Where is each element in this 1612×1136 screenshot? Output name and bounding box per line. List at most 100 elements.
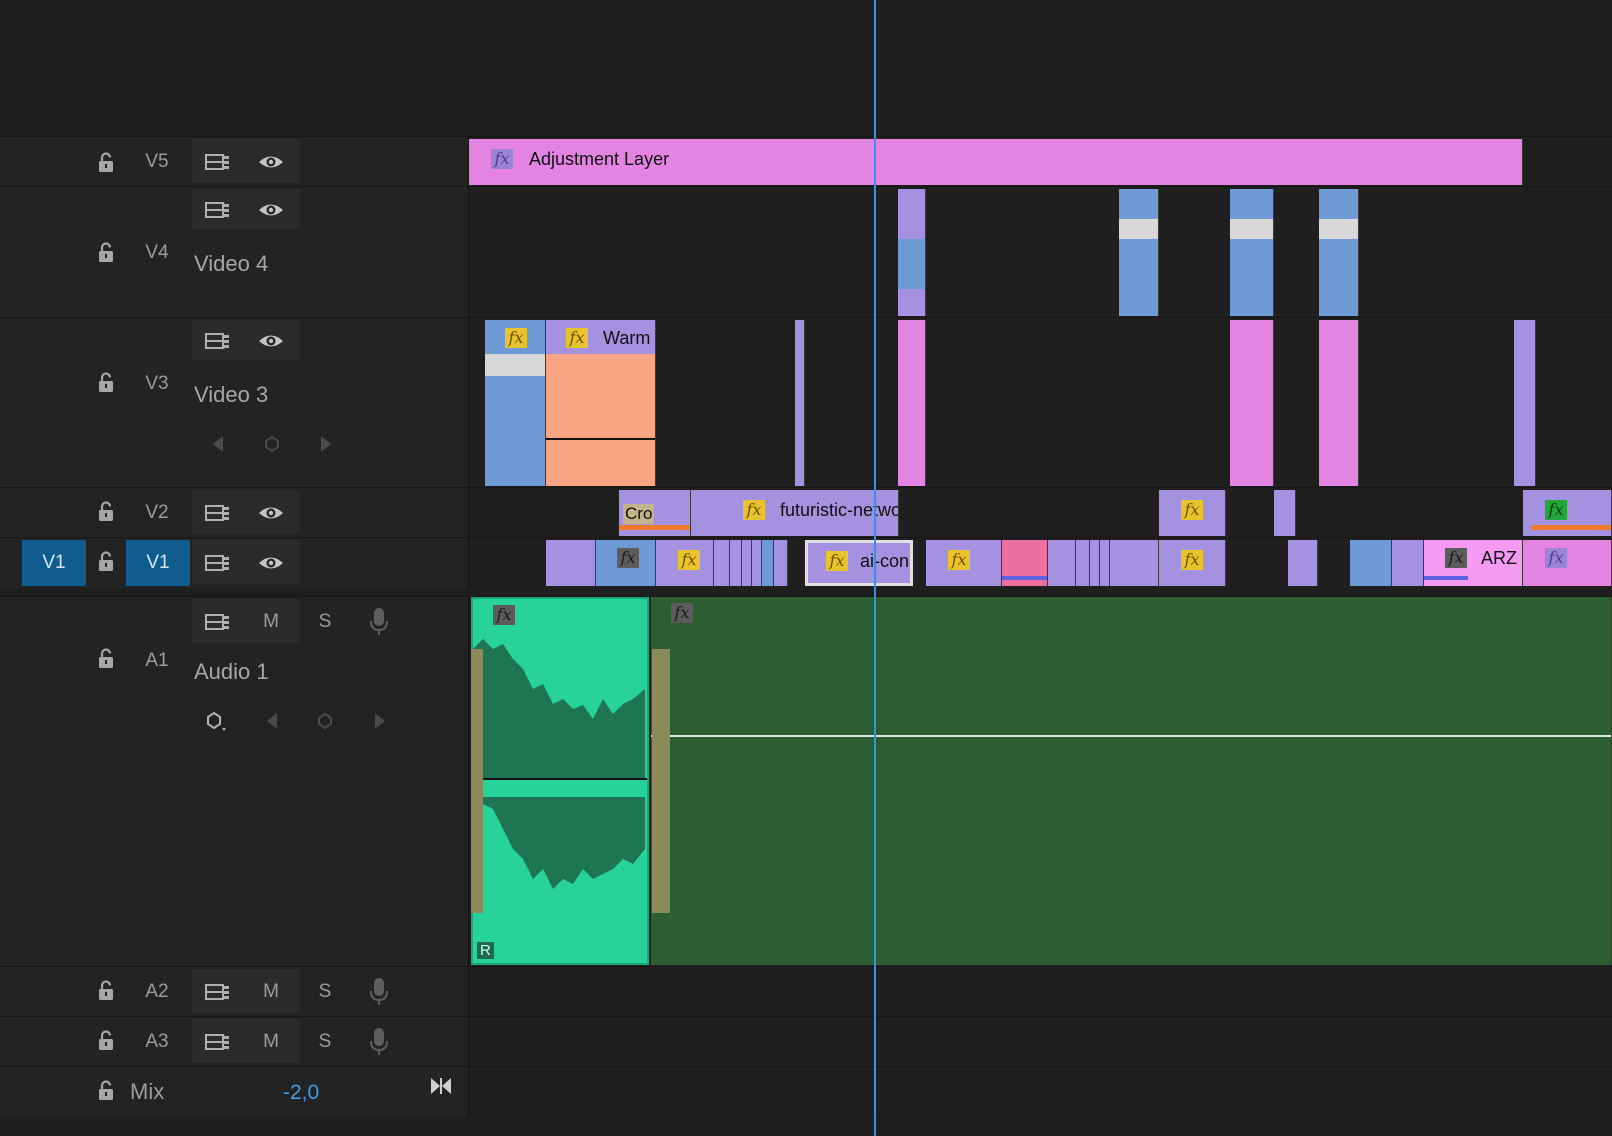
track-lane-v2[interactable]: Cro fx futuristic-network-tec fx fx <box>469 488 1612 538</box>
solo-button[interactable]: S <box>310 981 340 1003</box>
clip-v3-pink-c[interactable] <box>1319 320 1359 486</box>
clip-v1-m[interactable] <box>1090 540 1100 586</box>
clip-futuristic[interactable]: fx futuristic-network-tec <box>691 490 899 536</box>
film-strip-icon[interactable] <box>204 552 232 574</box>
track-lane-a2[interactable] <box>469 967 1612 1017</box>
audio-clip[interactable]: fx <box>651 597 1612 965</box>
lock-icon[interactable] <box>95 371 117 393</box>
mix-volume-value[interactable]: -2,0 <box>283 1081 319 1105</box>
track-lane-a1[interactable]: fx R fx <box>469 597 1612 967</box>
lock-icon[interactable] <box>95 241 117 263</box>
film-strip-icon[interactable] <box>204 502 232 524</box>
clip-v1-o[interactable] <box>1110 540 1159 586</box>
audio-volume-line[interactable] <box>651 735 1611 737</box>
clip-v3-thin[interactable] <box>795 320 805 486</box>
microphone-icon[interactable] <box>368 1027 390 1057</box>
film-strip-icon[interactable] <box>204 981 232 1003</box>
clip-v1-h[interactable] <box>762 540 774 586</box>
solo-button[interactable]: S <box>310 611 340 633</box>
clip-v1-t[interactable]: fx <box>1523 540 1612 586</box>
track-name-v1[interactable]: V1 <box>126 540 190 586</box>
clip-v3-pink-b[interactable] <box>1230 320 1274 486</box>
track-lane-v5[interactable]: fx Adjustment Layer <box>469 137 1612 187</box>
next-keyframe-icon[interactable] <box>372 711 388 731</box>
audio-transition-handle[interactable] <box>652 649 670 913</box>
clip-cro[interactable]: Cro <box>619 490 691 536</box>
track-lane-v1[interactable]: fx fx fx ai-con fx fx fx ARZ fx <box>469 538 1612 588</box>
clip-v2-c[interactable]: fx <box>1523 490 1612 536</box>
lock-icon[interactable] <box>95 979 117 1001</box>
lock-icon[interactable] <box>95 500 117 522</box>
lock-icon[interactable] <box>95 647 117 669</box>
eye-icon[interactable] <box>257 151 285 173</box>
film-strip-icon[interactable] <box>204 611 232 633</box>
clip-v1-p[interactable]: fx <box>1159 540 1226 586</box>
clip-v1-c[interactable]: fx <box>656 540 714 586</box>
clip-v1-j[interactable]: fx <box>926 540 1002 586</box>
clip-v3-pink-a[interactable] <box>898 320 926 486</box>
clip-v1-d[interactable] <box>714 540 730 586</box>
clip-v4-a[interactable] <box>898 189 926 316</box>
track-name-v3[interactable]: V3 <box>140 373 174 395</box>
clip-warm[interactable]: fx Warm <box>546 320 656 486</box>
clip-v1-i[interactable] <box>774 540 788 586</box>
clip-v1-n[interactable] <box>1100 540 1110 586</box>
clip-v1-s[interactable] <box>1392 540 1424 586</box>
track-name-a1[interactable]: A1 <box>140 650 174 672</box>
lock-icon[interactable] <box>95 550 117 572</box>
keyframe-icon[interactable] <box>204 711 230 733</box>
mute-button[interactable]: M <box>256 981 286 1003</box>
clip-v1-b[interactable]: fx <box>596 540 656 586</box>
track-lane-v4[interactable] <box>469 187 1612 318</box>
film-strip-icon[interactable] <box>204 199 232 221</box>
clip-v3-blue[interactable]: fx <box>485 320 546 486</box>
clip-v1-k[interactable] <box>1048 540 1076 586</box>
clip-v2-b[interactable] <box>1274 490 1296 536</box>
clip-aicon[interactable]: fx ai-con <box>805 540 913 586</box>
keyframe-icon[interactable] <box>315 711 335 731</box>
mute-button[interactable]: M <box>256 1031 286 1053</box>
track-name-v2[interactable]: V2 <box>140 502 174 524</box>
audio-transition-handle[interactable] <box>471 649 483 913</box>
clip-v1-l[interactable] <box>1076 540 1090 586</box>
clip-v1-f[interactable] <box>742 540 752 586</box>
track-name-a3[interactable]: A3 <box>140 1031 174 1053</box>
previous-keyframe-icon[interactable] <box>210 434 226 454</box>
lock-icon[interactable] <box>95 1079 117 1101</box>
film-strip-icon[interactable] <box>204 151 232 173</box>
next-keyframe-icon[interactable] <box>318 434 334 454</box>
lock-icon[interactable] <box>95 151 117 173</box>
clip-v4-b[interactable] <box>1119 189 1159 316</box>
playhead[interactable] <box>874 0 876 1136</box>
eye-icon[interactable] <box>257 502 285 524</box>
clip-v1-g[interactable] <box>752 540 762 586</box>
microphone-icon[interactable] <box>368 977 390 1007</box>
eye-icon[interactable] <box>257 199 285 221</box>
film-strip-icon[interactable] <box>204 330 232 352</box>
audio-clip-selected[interactable]: fx R <box>471 597 649 965</box>
source-patch-v1[interactable]: V1 <box>22 540 86 586</box>
track-lane-mix[interactable] <box>469 1067 1612 1117</box>
track-lane-a3[interactable] <box>469 1017 1612 1067</box>
clip-v4-c[interactable] <box>1230 189 1274 316</box>
clip-v1-pink[interactable] <box>1002 540 1048 586</box>
eye-icon[interactable] <box>257 552 285 574</box>
track-name-v5[interactable]: V5 <box>140 151 174 173</box>
film-strip-icon[interactable] <box>204 1031 232 1053</box>
clip-v3-purple-end[interactable] <box>1514 320 1536 486</box>
clip-arz[interactable]: fx ARZ <box>1424 540 1523 586</box>
lock-icon[interactable] <box>95 1029 117 1051</box>
clip-v1-e[interactable] <box>730 540 742 586</box>
clip-v1-q[interactable] <box>1288 540 1318 586</box>
keyframe-icon[interactable] <box>262 434 282 454</box>
previous-keyframe-icon[interactable] <box>264 711 280 731</box>
track-name-v4[interactable]: V4 <box>140 242 174 264</box>
track-name-a2[interactable]: A2 <box>140 981 174 1003</box>
solo-button[interactable]: S <box>310 1031 340 1053</box>
eye-icon[interactable] <box>257 330 285 352</box>
clip-v1-r[interactable] <box>1350 540 1392 586</box>
clip-v2-a[interactable]: fx <box>1159 490 1226 536</box>
clip-adjustment-layer[interactable]: fx Adjustment Layer <box>469 139 1523 185</box>
mute-button[interactable]: M <box>256 611 286 633</box>
clip-v4-d[interactable] <box>1319 189 1359 316</box>
